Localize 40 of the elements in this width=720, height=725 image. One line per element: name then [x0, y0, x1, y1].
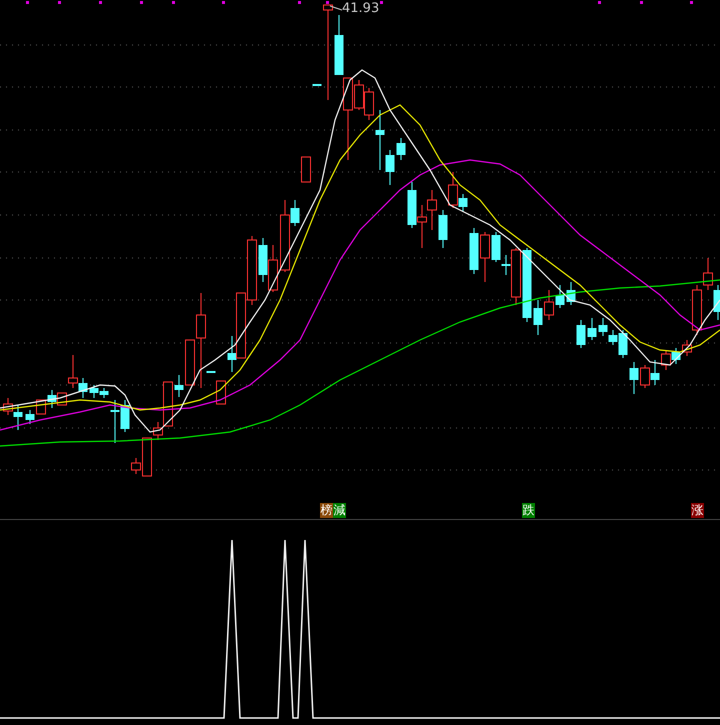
candlestick: [408, 182, 416, 228]
high-price-label: 41.93: [342, 1, 380, 17]
candlestick: [26, 410, 34, 424]
candlestick: [334, 14, 344, 76]
candlestick: [312, 84, 322, 86]
signal-label: 榜: [320, 503, 333, 518]
candlestick: [566, 282, 576, 306]
candlestick: [301, 156, 311, 182]
candlestick: [470, 228, 478, 274]
candlestick: [534, 300, 542, 336]
candlestick: [480, 232, 490, 282]
candlestick: [588, 318, 596, 340]
candlestick: [247, 236, 257, 306]
candlestick: [364, 88, 374, 120]
candlestick: [682, 340, 692, 356]
candlestick: [438, 210, 448, 248]
candlestick: [640, 364, 650, 388]
candlestick: [258, 238, 268, 282]
candlestick: [268, 244, 278, 292]
leader-line: [330, 6, 342, 10]
candlestick: [174, 374, 184, 398]
candlestick: [630, 362, 638, 394]
candlestick: [396, 138, 406, 160]
candlestick: [556, 284, 564, 308]
signal-label: 減: [333, 503, 346, 518]
candlestick: [598, 318, 608, 336]
candlestick: [417, 204, 427, 248]
signal-label: 涨: [691, 503, 704, 518]
candlestick: [544, 290, 554, 320]
candlestick: [100, 388, 108, 398]
candlestick: [90, 384, 98, 398]
candlestick: [427, 190, 437, 230]
candlestick: [110, 400, 120, 444]
candlestick: [650, 360, 660, 386]
candlestick: [661, 350, 671, 370]
candlestick: [672, 348, 680, 364]
signal-label: 跌: [522, 503, 535, 518]
candlestick: [576, 320, 586, 348]
candlestick: [216, 380, 226, 404]
candlestick: [120, 400, 130, 432]
